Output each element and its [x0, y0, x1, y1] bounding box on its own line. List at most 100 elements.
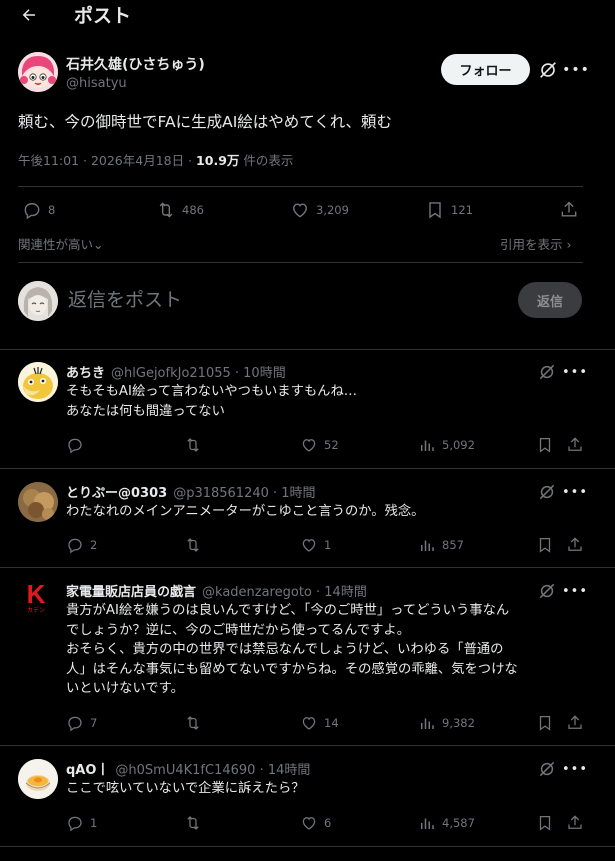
view-count-suffix: 件の表示: [239, 153, 294, 168]
like-count: 52: [324, 438, 339, 452]
repost-action[interactable]: [184, 814, 208, 832]
divider: [0, 846, 615, 847]
post-timestamp[interactable]: 午後11:01 · 2026年4月18日 ·: [18, 153, 196, 168]
grok-icon[interactable]: [537, 482, 557, 502]
post-stats-bar: 8 486 3,209 121: [0, 200, 615, 224]
more-icon[interactable]: •••: [562, 59, 589, 81]
grok-icon[interactable]: [537, 759, 557, 779]
reply-author-name[interactable]: あちき: [66, 366, 105, 381]
reply-header: 家電量販店店員の戯言 @kadenzaregoto · 14時間: [66, 581, 367, 600]
reply-action[interactable]: 1: [66, 814, 97, 832]
share-icon[interactable]: [566, 714, 584, 732]
like-action[interactable]: 52: [300, 436, 339, 454]
reply-icon: [68, 816, 82, 832]
views-icon: [421, 540, 434, 551]
reply-text-line: ここで呟いていないで企業に訴えたら？: [66, 781, 305, 796]
more-icon[interactable]: •••: [562, 362, 587, 382]
grok-icon[interactable]: [537, 581, 557, 601]
reply-author-handle[interactable]: @h0SmU4K1fC14690 · 14時間: [115, 763, 310, 778]
reply-text-line: 人」はそんな事気にも留めてないですからね。その感覚の乖離、気をつけな: [66, 661, 518, 677]
reply-avatar[interactable]: K カデン: [24, 581, 48, 621]
reply-stat[interactable]: 8: [22, 200, 55, 220]
reply-author-name[interactable]: とりぷー@0303: [66, 486, 167, 501]
views-action[interactable]: 9,382: [418, 714, 475, 732]
reply-author-name[interactable]: qAO丨: [66, 763, 109, 778]
share-icon[interactable]: [566, 814, 584, 832]
reply-icon: [68, 716, 82, 732]
repost-icon: [159, 202, 173, 218]
reply-avatar[interactable]: [18, 362, 58, 402]
reply-actions: 52 5,092: [0, 436, 615, 456]
reply-author-handle[interactable]: @p318561240 · 1時間: [173, 486, 315, 501]
like-icon: [302, 439, 316, 452]
reply-action[interactable]: 2: [66, 536, 97, 554]
reply-text: 貴方がAI絵を嫌うのは良いんですけど、「今のご時世」ってどういう事なん でしょう…: [66, 601, 586, 699]
reply-count: 7: [90, 716, 98, 730]
like-count: 3,209: [316, 203, 349, 217]
reply-actions: 7 14 9,382: [0, 714, 615, 734]
view-count: 10.9万: [196, 153, 240, 168]
divider: [0, 468, 615, 469]
follow-button[interactable]: フォロー: [441, 54, 530, 85]
like-action[interactable]: 6: [300, 814, 331, 832]
views-action[interactable]: 4,587: [418, 814, 475, 832]
view-quotes-link[interactable]: 引用を表示 ›: [500, 234, 572, 253]
bookmark-icon[interactable]: [536, 714, 554, 732]
like-stat[interactable]: 3,209: [290, 200, 349, 220]
share-icon[interactable]: [566, 436, 584, 454]
reply-avatar[interactable]: [18, 759, 58, 799]
more-icon[interactable]: •••: [562, 581, 587, 601]
reply-author-handle[interactable]: @kadenzaregoto · 14時間: [202, 585, 367, 600]
brand-logo: K: [26, 581, 46, 609]
reply-header: qAO丨 @h0SmU4K1fC14690 · 14時間: [66, 759, 310, 778]
like-action[interactable]: 1: [300, 536, 331, 554]
more-icon[interactable]: •••: [562, 482, 587, 502]
reply-author-name[interactable]: 家電量販店店員の戯言: [66, 585, 196, 600]
bookmark-icon[interactable]: [536, 814, 554, 832]
author-name[interactable]: 石井久雄(ひさちゅう): [66, 54, 205, 74]
divider: [0, 745, 615, 746]
reply-action[interactable]: 7: [66, 714, 97, 732]
reply-text-line: でしょうか？逆に、今のご時世だから使ってるんですよ。: [66, 622, 410, 638]
my-avatar[interactable]: [18, 281, 58, 321]
grok-icon[interactable]: [537, 59, 559, 81]
repost-action[interactable]: [184, 536, 208, 554]
author-handle[interactable]: @hisatyu: [66, 76, 127, 91]
bookmark-icon[interactable]: [536, 436, 554, 454]
reply-text-line: わたなれのメインアニメーターがこゆこと言うのか。残念。: [66, 504, 425, 519]
reply-text-line: いといけないです。: [66, 681, 184, 696]
reply-actions: 1 6 4,587: [0, 814, 615, 834]
repost-action[interactable]: [184, 714, 208, 732]
share-icon[interactable]: [566, 536, 584, 554]
top-bar: ポスト: [0, 0, 615, 32]
reply-input[interactable]: [68, 284, 498, 316]
repost-stat[interactable]: 486: [156, 200, 204, 220]
bookmark-stat[interactable]: 121: [425, 200, 473, 220]
divider: [18, 262, 583, 263]
like-action[interactable]: 14: [300, 714, 339, 732]
share-stat[interactable]: [559, 200, 579, 220]
reply-text-line: そもそもAI絵って言わないやつもいますもんね…: [66, 384, 358, 399]
repost-icon: [187, 538, 199, 552]
reply-icon: [68, 438, 82, 454]
view-count: 9,382: [442, 716, 475, 730]
repost-action[interactable]: [184, 436, 208, 454]
view-quotes-label: 引用を表示: [500, 237, 563, 252]
views-action[interactable]: 5,092: [418, 436, 475, 454]
reply-button[interactable]: 返信: [518, 282, 582, 318]
more-icon[interactable]: •••: [562, 759, 587, 779]
views-action[interactable]: 857: [418, 536, 464, 554]
repost-icon: [187, 816, 199, 830]
bookmark-icon[interactable]: [536, 536, 554, 554]
author-avatar[interactable]: [18, 52, 58, 92]
post-meta: 午後11:01 · 2026年4月18日 · 10.9万 件の表示: [18, 150, 293, 169]
reply-avatar[interactable]: [18, 482, 58, 522]
sort-relevance[interactable]: 関連性が高い⌄: [18, 234, 104, 253]
reply-action[interactable]: [66, 436, 90, 454]
views-icon: [421, 718, 434, 729]
grok-icon[interactable]: [537, 362, 557, 382]
reply-icon: [68, 538, 82, 554]
back-arrow-icon[interactable]: [16, 2, 42, 28]
repost-icon: [187, 438, 199, 452]
reply-author-handle[interactable]: @hlGejofkJo21055 · 10時間: [111, 366, 286, 381]
